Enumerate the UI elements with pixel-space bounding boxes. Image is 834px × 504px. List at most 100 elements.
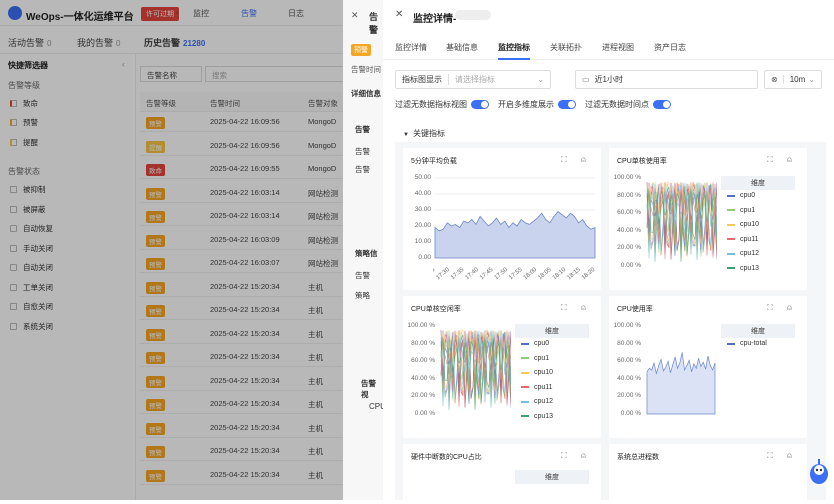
y-tick-label: 50.00 — [397, 174, 431, 181]
drawer-close-icon[interactable]: ✕ — [351, 10, 359, 21]
metric-select-placeholder: 请选择指标 — [455, 74, 495, 85]
tab-topology[interactable]: 关联拓扑 — [550, 42, 582, 53]
switch-label: 过滤无数据时间点 — [585, 99, 649, 110]
y-tick-label: 60.00 % — [401, 357, 435, 364]
legend-item[interactable]: cpu12 — [727, 250, 759, 257]
y-tick-label: 0.00 % — [607, 410, 641, 417]
expand-icon[interactable]: ⛶ — [561, 155, 567, 165]
section-title: 关键指标 — [413, 129, 445, 138]
refresh-interval-select[interactable]: ⊗ 10m ⌄ — [764, 70, 822, 89]
expand-icon[interactable]: ⛶ — [561, 303, 567, 313]
drawer-level-tag: 预警 — [351, 44, 371, 56]
legend-item[interactable]: cpu13 — [727, 265, 759, 272]
chart-title: CPU单核使用率 — [617, 156, 667, 166]
tab-asset-log[interactable]: 资产日志 — [654, 42, 686, 53]
switch-multi-dimension[interactable]: 开启多维度展示 — [498, 99, 576, 110]
expand-icon[interactable]: ⛶ — [767, 303, 773, 313]
y-tick-label: 100.00 % — [607, 322, 641, 329]
y-tick-label: 40.00 % — [401, 375, 435, 382]
assistant-icon[interactable] — [808, 458, 830, 484]
legend-item[interactable]: cpu10 — [521, 369, 553, 376]
x-tick-label: 17:50 — [494, 267, 510, 282]
drawer-section: 告警 — [355, 124, 370, 135]
time-range-picker[interactable]: ▭ 近1小时 — [575, 70, 758, 89]
metric-select[interactable]: 指标图显示 请选择指标 ⌄ — [395, 70, 551, 89]
cpu-total-chart — [645, 322, 717, 442]
load-chart: 17:2517:3017:3517:4017:4517:5017:5518:00… — [433, 174, 601, 294]
y-tick-label: 0.00 — [397, 254, 431, 261]
load-series — [435, 212, 595, 258]
monitor-detail-panel: ✕ 监控详情- 监控详情 基础信息 监控指标 关联拓扑 进程视图 资产日志 指标… — [383, 0, 834, 500]
legend-item[interactable]: cpu1 — [521, 355, 549, 362]
x-tick-label: 18:15 — [566, 267, 582, 282]
toggle-switch[interactable] — [471, 100, 489, 109]
bell-icon[interactable]: ⍝ — [787, 303, 792, 313]
toggle-switch[interactable] — [653, 100, 671, 109]
chevron-down-icon: ⌄ — [537, 75, 544, 84]
time-range-value: 近1小时 — [595, 74, 623, 85]
switch-filter-empty-view[interactable]: 过滤无数据指标视图 — [395, 99, 489, 110]
expand-icon[interactable]: ⛶ — [767, 451, 773, 461]
bell-icon[interactable]: ⍝ — [581, 451, 586, 461]
legend-item[interactable]: cpu11 — [521, 384, 553, 391]
legend-item[interactable]: cpu1 — [727, 207, 755, 214]
drawer-section: 告警视 — [361, 378, 383, 400]
bell-icon[interactable]: ⍝ — [581, 303, 586, 313]
chart-card: CPU使用率⛶⍝100.00 %80.00 %60.00 %40.00 %20.… — [609, 296, 807, 438]
y-tick-label: 20.00 % — [607, 244, 641, 251]
panel-title: 监控详情- — [413, 10, 456, 25]
y-tick-label: 100.00 % — [401, 322, 435, 329]
close-icon[interactable]: ✕ — [395, 9, 403, 20]
y-tick-label: 10.00 — [397, 238, 431, 245]
legend-item[interactable]: cpu10 — [727, 221, 759, 228]
y-tick-label: 100.00 % — [607, 174, 641, 181]
y-tick-label: 60.00 % — [607, 357, 641, 364]
x-tick-label: 17:30 — [435, 267, 451, 282]
clock-icon: ⊗ — [771, 75, 784, 84]
expand-icon[interactable]: ⛶ — [561, 451, 567, 461]
y-tick-label: 20.00 — [397, 222, 431, 229]
tab-basic-info[interactable]: 基础信息 — [446, 42, 478, 53]
calendar-icon: ▭ — [582, 75, 590, 84]
chart-title: CPU使用率 — [617, 304, 653, 314]
tab-monitor-detail[interactable]: 监控详情 — [395, 42, 427, 53]
bell-icon[interactable]: ⍝ — [787, 451, 792, 461]
drawer-label: 策略 — [355, 290, 370, 301]
x-tick-label: 18:20 — [581, 267, 597, 282]
y-tick-label: 40.00 % — [607, 227, 641, 234]
legend-item[interactable]: cpu13 — [521, 413, 553, 420]
x-tick-label: 17:55 — [508, 267, 524, 282]
metric-select-label: 指标图显示 — [402, 74, 449, 85]
legend-item[interactable]: cpu12 — [521, 398, 553, 405]
section-key-metrics[interactable]: ▼ 关键指标 — [403, 128, 445, 139]
cpu-total-series — [647, 352, 715, 414]
switch-filter-empty-points[interactable]: 过滤无数据时间点 — [585, 99, 671, 110]
interval-value: 10m — [790, 75, 806, 84]
drawer-title: 告警 — [369, 10, 383, 36]
chart-card: CPU单核使用率⛶⍝100.00 %80.00 %60.00 %40.00 %2… — [609, 148, 807, 290]
alert-detail-drawer: ✕ 告警 预警 告警时间 详细信息 告警 告警 告警 策略信 告警 策略 告警视… — [343, 0, 383, 500]
tab-process-view[interactable]: 进程视图 — [602, 42, 634, 53]
drawer-label: 告警 — [355, 164, 370, 175]
x-tick-label: 17:35 — [450, 267, 466, 282]
switch-label: 过滤无数据指标视图 — [395, 99, 467, 110]
multi-line-chart — [645, 174, 717, 294]
legend-item[interactable]: cpu0 — [521, 340, 549, 347]
legend-item[interactable]: cpu-total — [727, 340, 767, 347]
bell-icon[interactable]: ⍝ — [787, 155, 792, 165]
panel-title-suffix — [455, 10, 491, 20]
chart-title: 硬件中断数的CPU占比 — [411, 452, 482, 462]
y-tick-label: 30.00 — [397, 206, 431, 213]
chart-card: 5分钟平均负载⛶⍝50.0040.0030.0020.0010.000.0017… — [403, 148, 601, 290]
caret-down-icon: ▼ — [403, 132, 409, 138]
toggle-switch[interactable] — [558, 100, 576, 109]
bell-icon[interactable]: ⍝ — [581, 155, 586, 165]
tab-monitor-metrics[interactable]: 监控指标 — [498, 42, 530, 60]
legend-header: 维度 — [721, 324, 795, 338]
legend-header: 维度 — [515, 470, 589, 484]
y-tick-label: 80.00 % — [607, 192, 641, 199]
expand-icon[interactable]: ⛶ — [767, 155, 773, 165]
legend-item[interactable]: cpu0 — [727, 192, 755, 199]
chart-card: 系统总进程数⛶⍝ — [609, 444, 807, 504]
legend-item[interactable]: cpu11 — [727, 236, 759, 243]
